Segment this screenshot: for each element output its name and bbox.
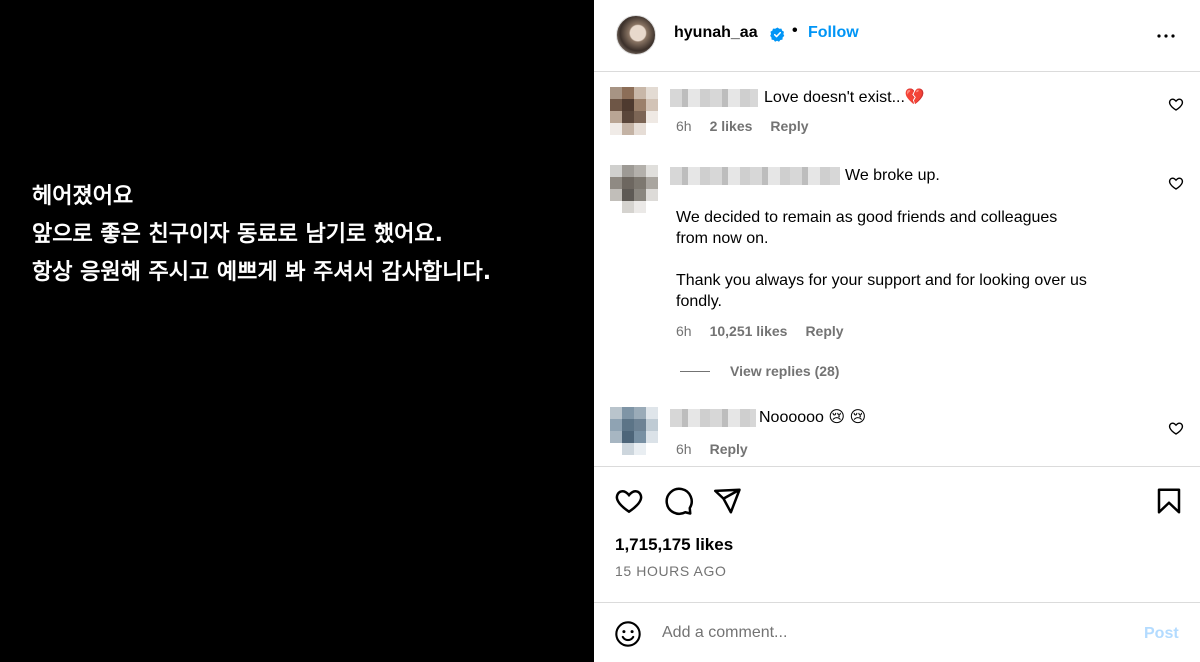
post-line-3: 항상 응원해 주시고 예쁘게 봐 주셔서 감사합니다. — [32, 260, 492, 285]
post-timestamp: 15 HOURS AGO — [615, 563, 727, 579]
reply-button[interactable]: Reply — [805, 323, 843, 339]
more-horizontal-icon[interactable] — [1154, 24, 1178, 48]
post-line-1: 헤어졌어요 — [32, 184, 134, 209]
reply-button[interactable]: Reply — [710, 441, 748, 457]
comment-item: Love doesn't exist...💔 6h 2 likes Reply — [594, 73, 1200, 151]
view-replies-line — [680, 370, 710, 372]
comment-icon[interactable] — [664, 486, 694, 516]
username[interactable]: hyunah_aa — [674, 24, 758, 42]
add-comment-bar: Post — [594, 602, 1200, 662]
comments-list[interactable]: Love doesn't exist...💔 6h 2 likes Reply … — [594, 73, 1200, 467]
view-replies-label: View replies (28) — [730, 363, 840, 379]
comment-time: 6h — [676, 441, 692, 457]
comment-like-heart-icon[interactable] — [1168, 420, 1184, 436]
comment-meta: 6h 10,251 likes Reply — [676, 323, 844, 339]
post-line-2: 앞으로 좋은 친구이자 동료로 남기로 했어요. — [32, 222, 443, 247]
commenter-avatar[interactable] — [610, 165, 658, 213]
post-caption-text: 헤어졌어요 앞으로 좋은 친구이자 동료로 남기로 했어요. 항상 응원해 주시… — [32, 178, 491, 292]
comment-likes[interactable]: 2 likes — [710, 118, 753, 134]
heart-icon[interactable] — [614, 486, 644, 516]
commenter-username-blurred[interactable] — [670, 409, 756, 427]
comment-time: 6h — [676, 323, 692, 339]
comment-meta: 6h Reply — [676, 441, 748, 457]
follow-button[interactable]: Follow — [808, 24, 859, 42]
view-replies-button[interactable]: View replies (28) — [680, 363, 839, 379]
comment-likes[interactable]: 10,251 likes — [710, 323, 788, 339]
comment-input[interactable] — [662, 621, 1122, 645]
comment-time: 6h — [676, 118, 692, 134]
post-image: 헤어졌어요 앞으로 좋은 친구이자 동료로 남기로 했어요. 항상 응원해 주시… — [0, 0, 594, 662]
comment-like-heart-icon[interactable] — [1168, 175, 1184, 191]
comment-meta: 6h 2 likes Reply — [676, 118, 809, 134]
comment-text: Noooooo 😢 😢 — [759, 409, 867, 426]
commenter-username-blurred[interactable] — [670, 89, 758, 107]
action-bar — [594, 468, 1200, 528]
comment-item: We broke up. We decided to remain as goo… — [594, 151, 1200, 391]
send-icon[interactable] — [712, 486, 742, 516]
likes-count[interactable]: 1,715,175 likes — [615, 535, 733, 555]
avatar[interactable] — [616, 15, 656, 55]
post-header: hyunah_aa • Follow — [594, 0, 1200, 72]
reply-button[interactable]: Reply — [770, 118, 808, 134]
comment-text: We broke up. — [845, 167, 940, 184]
post-button[interactable]: Post — [1144, 625, 1179, 643]
comment-body: We decided to remain as good friends and… — [676, 209, 1087, 310]
post-side-panel: hyunah_aa • Follow Love doesn't exist...… — [594, 0, 1200, 662]
emoji-icon[interactable] — [614, 620, 642, 648]
verified-badge-icon — [770, 27, 785, 42]
commenter-avatar[interactable] — [610, 407, 658, 455]
comment-item: Noooooo 😢 😢 6h Reply — [594, 393, 1200, 466]
commenter-avatar[interactable] — [610, 87, 658, 135]
bookmark-icon[interactable] — [1154, 486, 1184, 516]
comment-like-heart-icon[interactable] — [1168, 96, 1184, 112]
commenter-username-blurred[interactable] — [670, 167, 840, 185]
separator-dot: • — [792, 22, 798, 39]
comment-text: Love doesn't exist...💔 — [764, 89, 925, 106]
